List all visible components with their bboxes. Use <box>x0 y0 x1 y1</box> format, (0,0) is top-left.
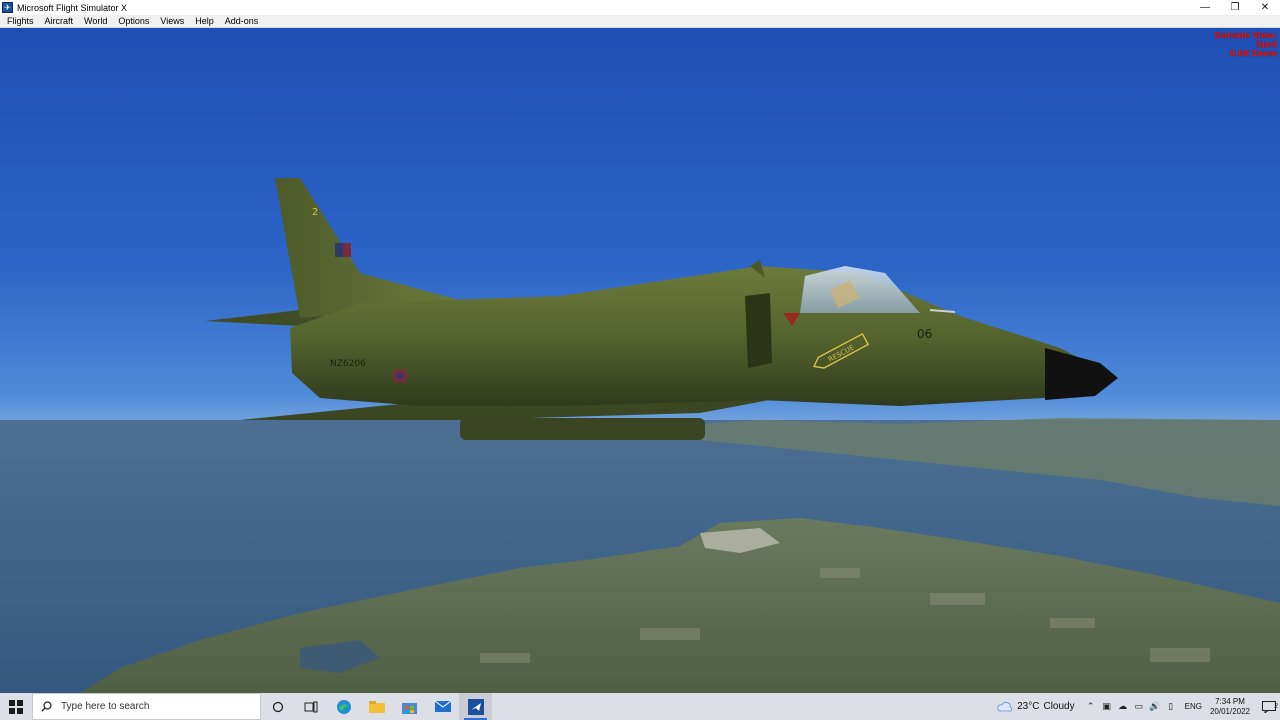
clock-date: 20/01/2022 <box>1209 706 1250 716</box>
menu-options[interactable]: Options <box>114 16 153 26</box>
volume-icon[interactable]: 🔊 <box>1147 701 1163 712</box>
fsx-icon[interactable] <box>459 693 492 720</box>
menu-world[interactable]: World <box>80 16 111 26</box>
taskbar: Type here to search 23°C Cloudy ⌃ ▣ ☁ ▭ … <box>0 693 1280 720</box>
start-icon[interactable] <box>0 693 32 720</box>
clock[interactable]: 7:34 PM 20/01/2022 <box>1210 697 1250 717</box>
mail-icon[interactable] <box>426 693 459 720</box>
cloud-icon <box>997 701 1013 712</box>
battery-icon[interactable]: ▯ <box>1163 701 1179 712</box>
scene-render: RESCUE NZ6206 06 2 <box>0 28 1280 693</box>
minimize-button[interactable]: — <box>1190 0 1220 15</box>
window-title: Microsoft Flight Simulator X <box>17 2 128 13</box>
menu-flights[interactable]: Flights <box>3 16 38 26</box>
file-explorer-icon[interactable] <box>360 693 393 720</box>
search-box[interactable]: Type here to search <box>32 693 261 720</box>
chevron-up-icon[interactable]: ⌃ <box>1083 701 1099 712</box>
language-indicator[interactable]: ENG <box>1185 702 1202 711</box>
app-tray-icon[interactable]: ▣ <box>1099 701 1115 712</box>
view-info-overlay: Outside View: Spot 0.60 Zoom <box>1214 31 1277 58</box>
notification-center-icon[interactable]: 2 <box>1258 700 1280 713</box>
weather-temp: 23°C <box>1017 701 1040 712</box>
menu-views[interactable]: Views <box>156 16 188 26</box>
menu-bar: Flights Aircraft World Options Views Hel… <box>0 15 1280 28</box>
edge-icon[interactable] <box>327 693 360 720</box>
menu-help[interactable]: Help <box>191 16 218 26</box>
zoom-text: 0.60 Zoom <box>1229 49 1277 58</box>
aircraft-serial: NZ6206 <box>330 359 366 369</box>
maximize-button[interactable]: ❐ <box>1220 0 1250 15</box>
title-bar: ✈ Microsoft Flight Simulator X — ❐ ✕ <box>0 0 1280 15</box>
search-icon <box>41 701 52 712</box>
notification-count: 2 <box>1274 702 1278 710</box>
aircraft-number: 06 <box>917 327 932 341</box>
search-placeholder: Type here to search <box>61 701 150 712</box>
weather-desc: Cloudy <box>1043 701 1075 712</box>
system-tray: 23°C Cloudy ⌃ ▣ ☁ ▭ 🔊 ▯ ENG 7:34 PM 20/0… <box>997 693 1280 720</box>
store-icon[interactable] <box>393 693 426 720</box>
simulator-viewport[interactable]: RESCUE NZ6206 06 2 Outside View: Spot 0.… <box>0 28 1280 693</box>
weather-widget[interactable]: 23°C Cloudy <box>997 701 1082 712</box>
menu-aircraft[interactable]: Aircraft <box>41 16 78 26</box>
clock-time: 7:34 PM <box>1215 696 1245 706</box>
view-mode-text: Spot <box>1256 40 1277 49</box>
onedrive-icon[interactable]: ☁ <box>1115 701 1131 712</box>
cortana-icon[interactable] <box>261 693 294 720</box>
network-icon[interactable]: ▭ <box>1131 701 1147 712</box>
close-button[interactable]: ✕ <box>1250 0 1280 15</box>
fin-marking: 2 <box>312 207 318 218</box>
fsx-app-icon[interactable]: ✈ <box>2 2 13 13</box>
menu-addons[interactable]: Add-ons <box>221 16 263 26</box>
task-view-icon[interactable] <box>294 693 327 720</box>
view-type-text: Outside View: <box>1214 31 1277 40</box>
